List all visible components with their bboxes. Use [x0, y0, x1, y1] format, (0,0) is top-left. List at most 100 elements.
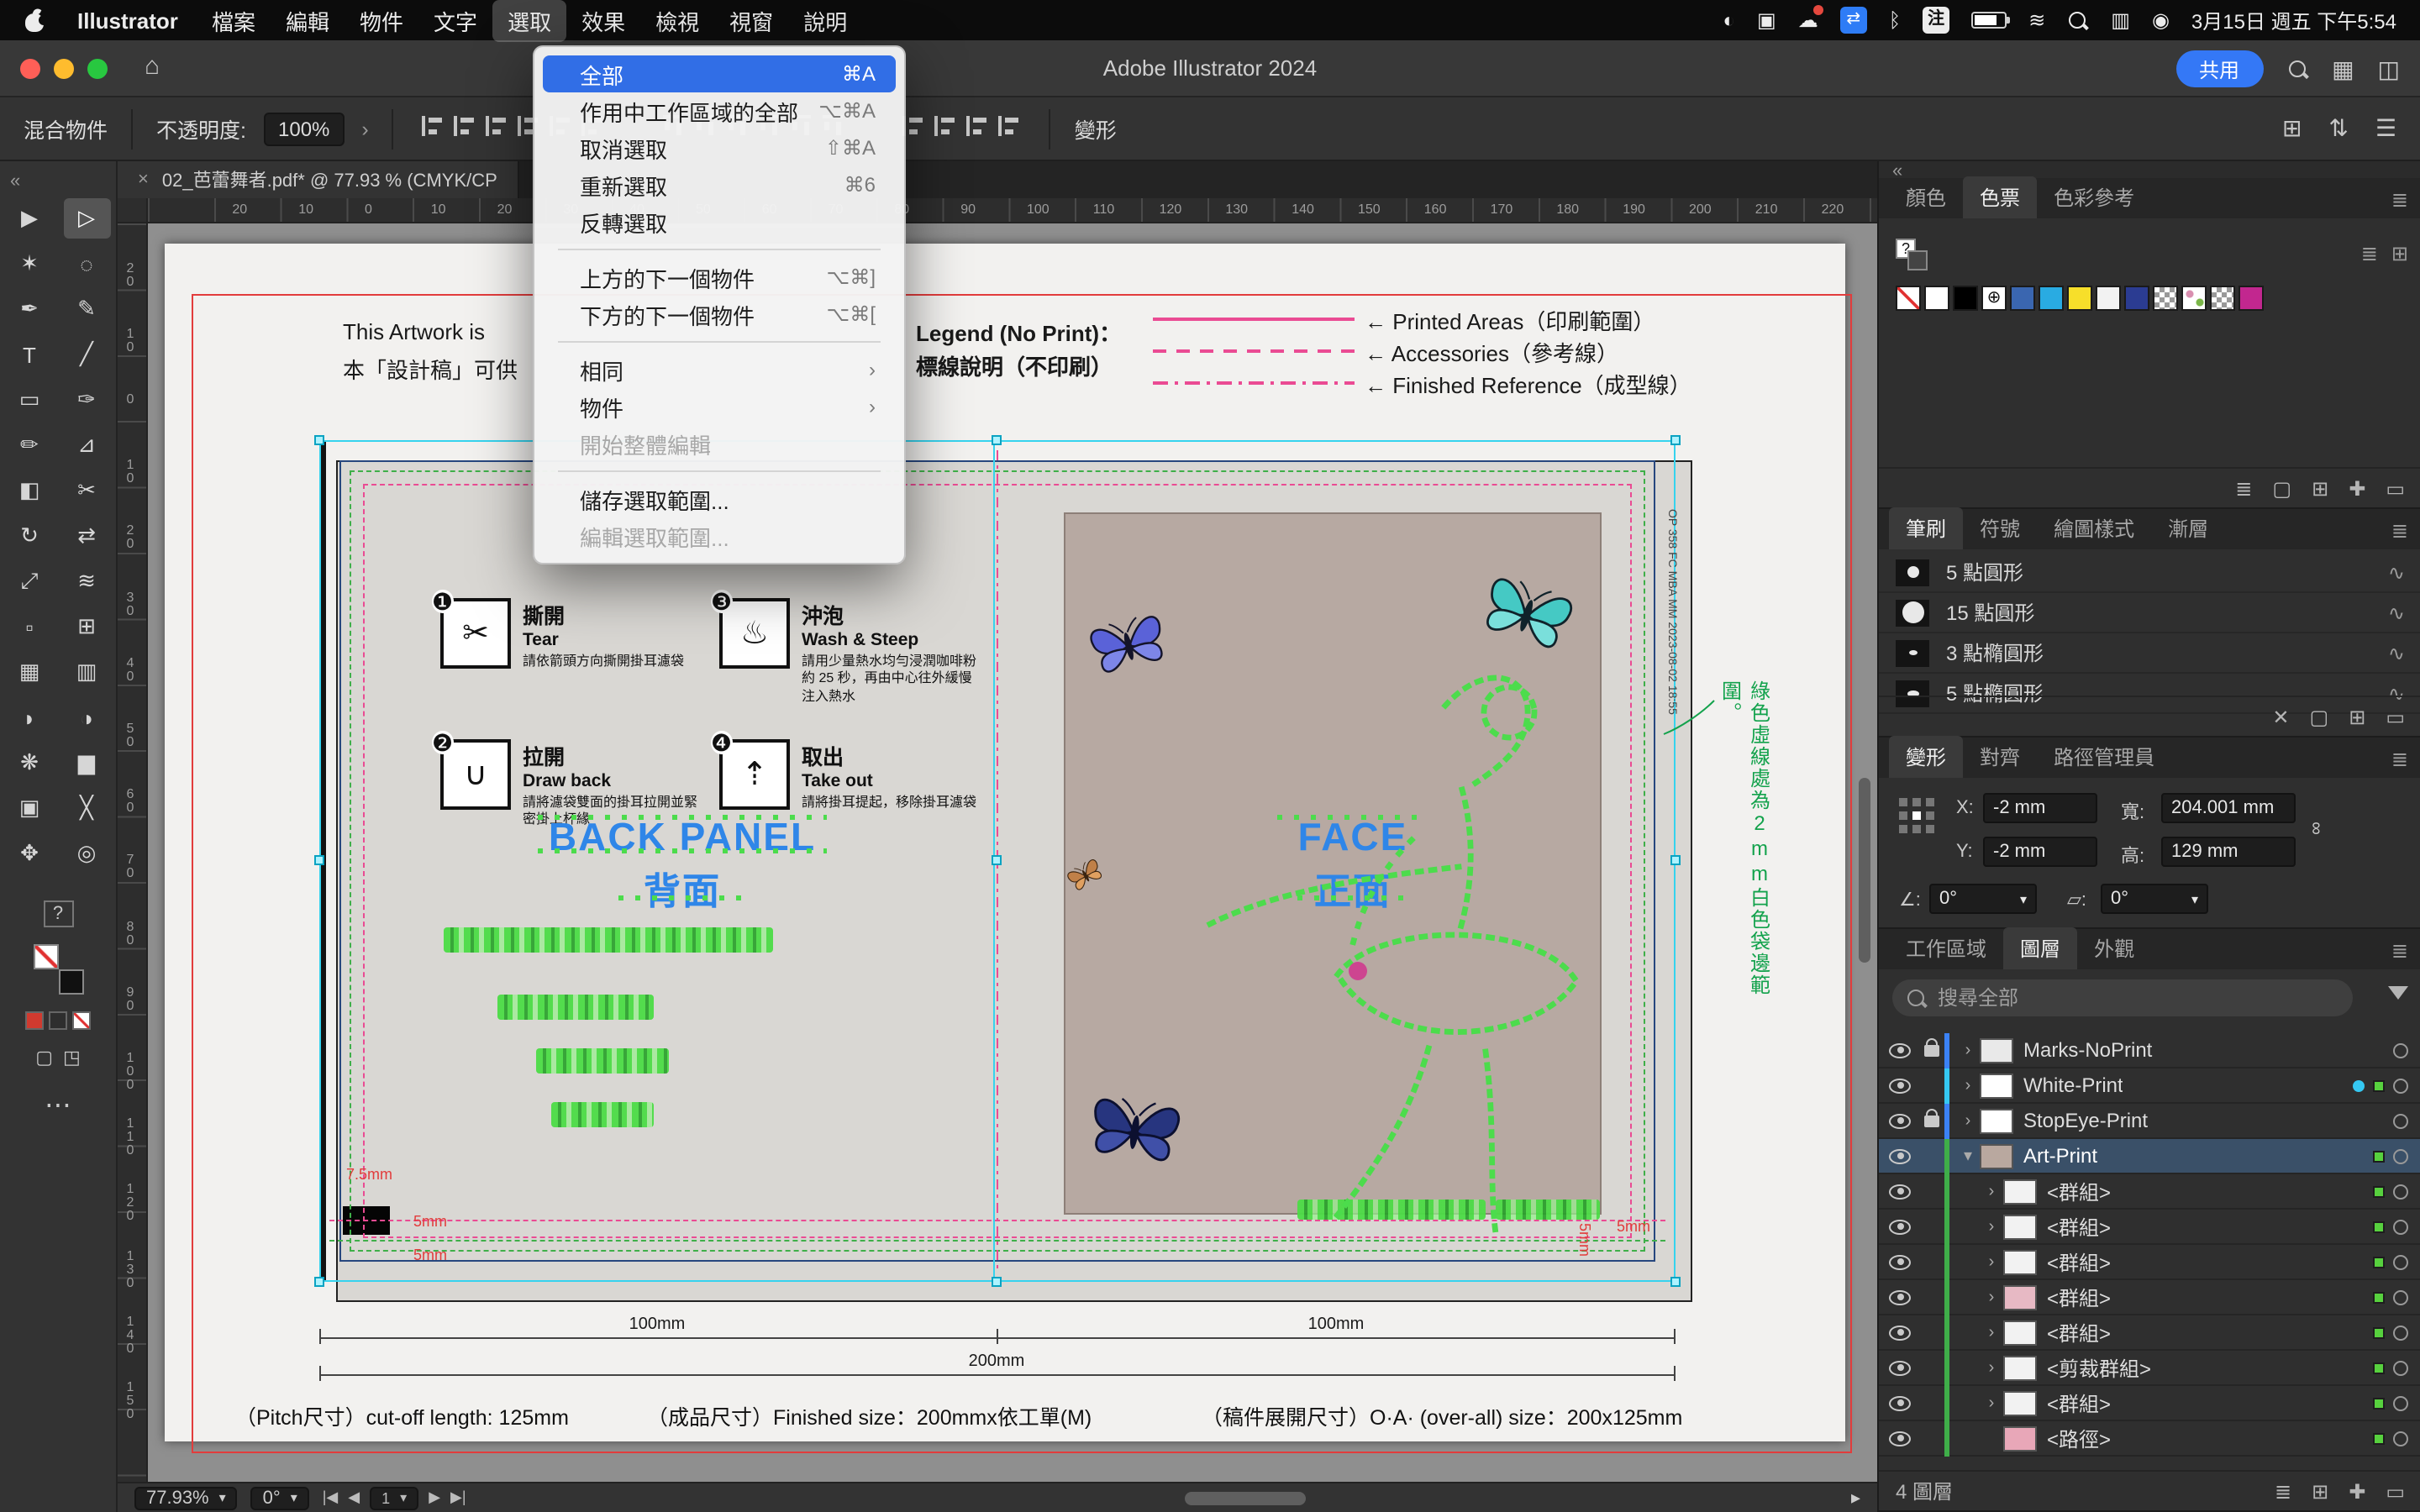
swatch-view-icon-0[interactable]: ≣ — [2361, 242, 2378, 265]
layer-thumbnail[interactable] — [2003, 1355, 2037, 1380]
swatch-registration[interactable]: ⊕ — [1981, 286, 2007, 311]
options-right-icon-1[interactable]: ⇅ — [2328, 114, 2348, 143]
swatches-tab-顏色[interactable]: 顏色 — [1889, 176, 1963, 218]
horizontal-ruler[interactable]: 2010010203040506070809010011012013014015… — [148, 198, 1877, 223]
swatch-footer-icon-3[interactable]: ✚ — [2349, 476, 2365, 500]
vertical-ruler[interactable]: 20 10 0 10 20 30 40 50 60 70 80 90 100 110 120 130 140 15… — [118, 223, 148, 1482]
paintbrush-tool-icon[interactable]: ✑ — [63, 380, 110, 420]
layer-row-10[interactable]: › <群組> — [1879, 1385, 2420, 1421]
swatch-checker-1[interactable] — [2153, 286, 2178, 311]
align-icon[interactable] — [998, 116, 1021, 136]
menu-item-1[interactable]: 作用中工作區域的全部 ⌥⌘A — [543, 92, 896, 129]
lasso-tool-icon[interactable]: ◌ — [63, 244, 110, 284]
brushes-tab-筆刷[interactable]: 筆刷 — [1889, 507, 1964, 549]
layer-row-4[interactable]: › <群組> — [1879, 1173, 2420, 1210]
height-field[interactable]: 129 mm — [2161, 837, 2296, 867]
lock-column[interactable] — [1918, 1037, 1944, 1056]
lock-icon[interactable] — [1923, 1108, 1939, 1126]
expand-chevron-icon[interactable]: › — [1980, 1323, 2003, 1341]
shaper-tool-icon[interactable]: ⊿ — [63, 425, 110, 465]
target-circle-icon[interactable] — [2393, 1431, 2408, 1446]
menubar-item-檔案[interactable]: 檔案 — [197, 0, 271, 41]
expand-chevron-icon[interactable]: › — [1980, 1358, 2003, 1377]
visibility-eye-icon[interactable] — [1889, 1219, 1911, 1234]
opacity-stepper-icon[interactable]: › — [361, 117, 368, 140]
layer-row-6[interactable]: › <群組> — [1879, 1244, 2420, 1280]
expand-chevron-icon[interactable]: › — [1980, 1252, 2003, 1271]
bluetooth-icon[interactable]: ᛒ — [1889, 10, 1901, 30]
swatch-pattern-blue[interactable] — [2010, 286, 2035, 311]
next-artboard-button[interactable]: ▶ — [429, 1488, 440, 1507]
layer-row-8[interactable]: › <群組> — [1879, 1315, 2420, 1351]
menubar-item-選取[interactable]: 選取 — [492, 0, 567, 41]
line-segment-tool-icon[interactable]: ╱ — [63, 334, 110, 375]
transform-panel-menu-icon[interactable]: ≣ — [2378, 741, 2420, 778]
options-right-icon-0[interactable]: ⊞ — [2282, 114, 2302, 143]
menu-item-2[interactable]: 取消選取 ⇧⌘A — [543, 129, 896, 166]
menubar-item-編輯[interactable]: 編輯 — [271, 0, 345, 41]
width-field[interactable]: 204.001 mm — [2161, 793, 2296, 823]
eraser-tool-icon[interactable]: ◧ — [6, 470, 53, 511]
swatch-footer-icon-1[interactable]: ▢ — [2272, 476, 2291, 500]
rotate-tool-icon[interactable]: ↻ — [6, 516, 53, 556]
lock-icon[interactable] — [1923, 1037, 1939, 1056]
expand-chevron-icon[interactable]: › — [1980, 1217, 2003, 1236]
layer-name[interactable]: <剪裁群組> — [2047, 1353, 2151, 1382]
align-icon[interactable] — [902, 116, 925, 136]
rectangle-tool-icon[interactable]: ▭ — [6, 380, 53, 420]
layers-search-input[interactable] — [1938, 986, 2307, 1010]
layers-search-box[interactable] — [1892, 979, 2353, 1016]
input-source-icon[interactable]: 注 — [1923, 7, 1950, 34]
transform-tab-路徑管理員[interactable]: 路徑管理員 — [2037, 736, 2171, 778]
draw-behind-icon[interactable]: ◳ — [63, 1047, 81, 1068]
layer-name[interactable]: <群組> — [2047, 1389, 2111, 1417]
target-circle-icon[interactable] — [2393, 1289, 2408, 1305]
swatch-cyan[interactable] — [2039, 286, 2064, 311]
artboard-number-field[interactable]: 1 ▾ — [370, 1486, 419, 1509]
hand-tool-icon[interactable]: ✥ — [6, 833, 53, 874]
visibility-eye-icon[interactable] — [1889, 1184, 1911, 1199]
target-circle-icon[interactable] — [2393, 1148, 2408, 1163]
expand-chevron-icon[interactable]: › — [1956, 1041, 1980, 1059]
color-swatch-red[interactable] — [25, 1011, 44, 1030]
swatch-pattern-flower[interactable] — [2181, 286, 2207, 311]
arrange-documents-icon[interactable]: ▦ — [2332, 55, 2354, 83]
expand-chevron-icon[interactable]: › — [1980, 1182, 2003, 1200]
swatch-checker-2[interactable] — [2210, 286, 2235, 311]
slice-tool-icon[interactable]: ╳ — [63, 788, 110, 828]
visibility-eye-icon[interactable] — [1889, 1042, 1911, 1058]
layer-thumbnail[interactable] — [2003, 1425, 2037, 1451]
stroke-swatch[interactable] — [58, 969, 83, 995]
layer-name[interactable]: StopEye-Print — [2023, 1109, 2148, 1132]
brushes-tab-漸層[interactable]: 漸層 — [2151, 507, 2225, 549]
expand-chevron-icon[interactable]: › — [1956, 1111, 1980, 1130]
free-transform-tool-icon[interactable]: ▫ — [6, 606, 53, 647]
layer-name[interactable]: Marks-NoPrint — [2023, 1038, 2152, 1062]
swatches-panel-menu-icon[interactable]: ≣ — [2378, 181, 2420, 218]
selection-tool-icon[interactable]: ▶ — [6, 198, 53, 239]
visibility-eye-icon[interactable] — [1889, 1148, 1911, 1163]
layer-thumbnail[interactable] — [2003, 1390, 2037, 1415]
align-icon[interactable] — [934, 116, 957, 136]
visibility-eye-icon[interactable] — [1889, 1431, 1911, 1446]
layer-row-5[interactable]: › <群組> — [1879, 1209, 2420, 1245]
workspace-switcher-icon[interactable]: ◫ — [2378, 55, 2400, 83]
none-swatch[interactable] — [72, 1011, 91, 1030]
swatch-none[interactable] — [1896, 286, 1921, 311]
layer-name[interactable]: <群組> — [2047, 1177, 2111, 1205]
swatch-black[interactable] — [1953, 286, 1978, 311]
canvas[interactable]: This Artwork is 本「設計稿」可供 Legend (No Prin… — [148, 223, 1877, 1482]
menubar-item-說明[interactable]: 說明 — [788, 0, 862, 41]
visibility-eye-icon[interactable] — [1889, 1289, 1911, 1305]
close-document-icon[interactable]: × — [138, 170, 149, 190]
artboard-tool-icon[interactable]: ▣ — [6, 788, 53, 828]
menu-item-10[interactable]: 物件 › — [543, 388, 896, 425]
layer-row-7[interactable]: › <群組> — [1879, 1279, 2420, 1315]
layer-name[interactable]: White-Print — [2023, 1074, 2123, 1097]
cloud-alert-icon[interactable]: ☁ — [1798, 5, 1823, 30]
swatch-magenta[interactable] — [2238, 286, 2264, 311]
layer-row-1[interactable]: › White-Print — [1879, 1068, 2420, 1104]
user-menu-icon[interactable]: ◉ — [2152, 10, 2170, 30]
layer-row-11[interactable]: <路徑> — [1879, 1420, 2420, 1457]
layers-panel-menu-icon[interactable]: ≣ — [2378, 932, 2420, 969]
